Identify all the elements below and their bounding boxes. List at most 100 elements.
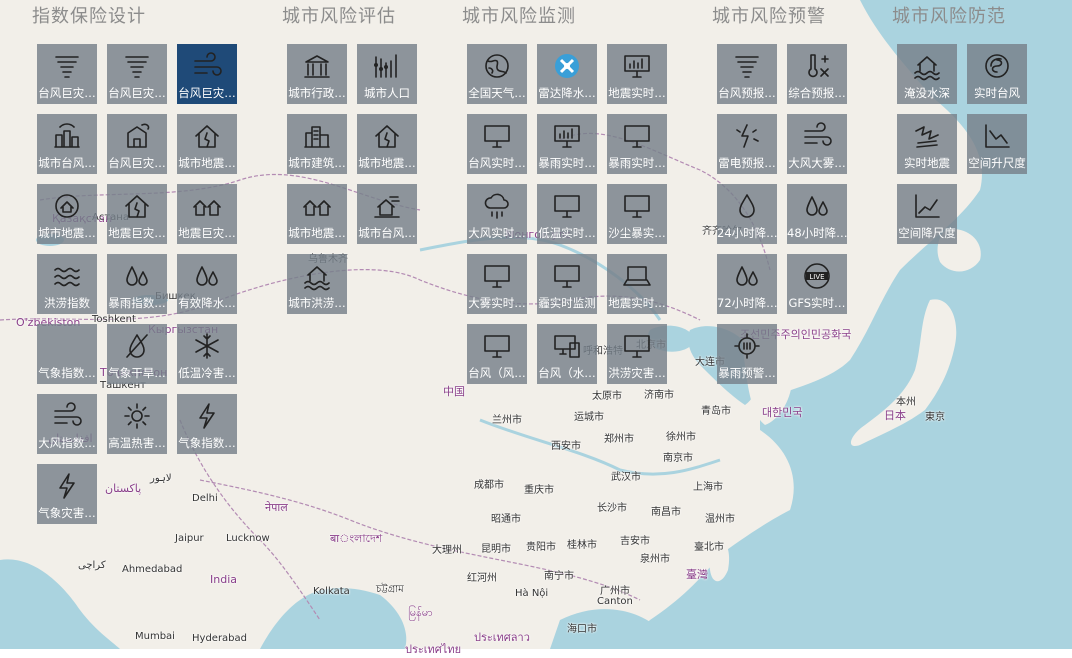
menu-tile-evaluate[interactable]: 城市行政… [287, 44, 347, 104]
map-city-label: 济南市 [644, 390, 674, 401]
menu-tile-evaluate[interactable]: 城市地震… [357, 114, 417, 174]
droplets-icon [196, 266, 218, 286]
menu-tile-index[interactable]: 城市地震… [37, 184, 97, 244]
map-city-label: 成都市 [474, 480, 504, 491]
menu-tile-index[interactable]: 地震巨灾… [177, 184, 237, 244]
menu-tile-monitor[interactable]: 霾实时监测 [537, 254, 597, 314]
menu-tile-monitor[interactable]: 雷达降水… [537, 44, 597, 104]
menu-tile-prevent[interactable]: 实时台风 [967, 44, 1027, 104]
menu-tile-monitor[interactable]: 台风实时… [467, 114, 527, 174]
tornado-icon [125, 56, 149, 78]
menu-tile-monitor[interactable]: 全国天气… [467, 44, 527, 104]
menu-tile-index[interactable]: 有效降水… [177, 254, 237, 314]
menu-tile-evaluate[interactable]: 城市地震… [287, 184, 347, 244]
menu-tile-prevent[interactable]: 空间降尺度 [897, 184, 957, 244]
menu-tile-index[interactable]: 气象灾害… [37, 464, 97, 524]
map-country-label: 日本 [884, 409, 906, 422]
menu-tile-index[interactable]: 大风指数… [37, 394, 97, 454]
menu-tile-label: 台风实时… [468, 156, 526, 170]
menu-tile-evaluate[interactable]: 城市台风… [357, 184, 417, 244]
menu-tile-index[interactable]: 低温冷害… [177, 324, 237, 384]
menu-tile-index[interactable]: 地震巨灾… [107, 184, 167, 244]
menu-tile-monitor[interactable]: 沙尘暴实… [607, 184, 667, 244]
menu-tile-index[interactable]: 台风巨灾… [107, 44, 167, 104]
map-city-label: 太原市 [592, 391, 622, 402]
menu-tile-index[interactable]: 台风巨灾… [37, 44, 97, 104]
menu-tile-index[interactable]: 洪涝指数 [37, 254, 97, 314]
menu-tile-label: 暴雨指数… [108, 296, 166, 310]
menu-tile-index[interactable]: 气象指数… [177, 394, 237, 454]
menu-tile-index[interactable]: 城市台风… [37, 114, 97, 174]
map-city-label: Mumbai [135, 631, 175, 642]
house-wind-icon [374, 196, 400, 218]
menu-tile-label: 城市建筑… [288, 156, 346, 170]
menu-tile-monitor[interactable]: 暴雨实时… [607, 114, 667, 174]
map-city-label: 海口市 [567, 624, 597, 635]
menu-tile-warning[interactable]: 雷电预报… [717, 114, 777, 174]
monitor-icon [554, 195, 580, 218]
wind-icon [54, 402, 82, 426]
menu-tile-monitor[interactable]: 地震实时… [607, 44, 667, 104]
monitor-icon [624, 125, 650, 148]
menu-tile-label: 台风预报… [718, 86, 776, 100]
menu-tile-monitor[interactable]: 大雾实时… [467, 254, 527, 314]
map-city-label: 吉安市 [620, 536, 650, 547]
map-city-label: 重庆市 [524, 485, 554, 496]
house-crack-icon [195, 125, 219, 148]
menu-tile-warning[interactable]: 暴雨预警… [717, 324, 777, 384]
menu-tile-label: 气象灾害… [38, 506, 96, 520]
menu-tile-evaluate[interactable]: 城市人口 [357, 44, 417, 104]
menu-tile-label: 综合预报… [788, 86, 846, 100]
menu-tile-warning[interactable]: LIVE GFS实时… [787, 254, 847, 314]
menu-tile-index[interactable]: 台风巨灾… [107, 114, 167, 174]
menu-tile-label: 城市地震… [178, 156, 236, 170]
monitor-icon [484, 265, 510, 288]
menu-tile-monitor[interactable]: 台风（风… [467, 324, 527, 384]
thermometer-icon [808, 54, 829, 78]
menu-tile-warning[interactable]: 大风大雾… [787, 114, 847, 174]
typhoon-icon [985, 54, 1009, 78]
menu-tile-label: 台风巨灾… [38, 86, 96, 100]
group-title-monitor: 城市风险监测 [462, 6, 576, 27]
live-globe-icon: LIVE [804, 263, 830, 289]
houses-icon [303, 200, 331, 216]
menu-tile-label: 气象指数… [38, 366, 96, 380]
menu-tile-index[interactable]: 台风巨灾… [177, 44, 237, 104]
menu-tile-monitor[interactable]: 暴雨实时… [537, 114, 597, 174]
menu-tile-warning[interactable]: 72小时降… [717, 254, 777, 314]
menu-tile-label: 洪涝指数 [44, 296, 90, 310]
menu-tile-label: 低温冷害… [178, 366, 236, 380]
menu-tile-prevent[interactable]: 淹没水深 [897, 44, 957, 104]
menu-tile-index[interactable]: 气象干旱… [107, 324, 167, 384]
menu-tile-index[interactable]: 暴雨指数… [107, 254, 167, 314]
menu-tile-label: 城市台风… [358, 226, 416, 240]
monitor-icon [484, 125, 510, 148]
menu-tile-label: 城市地震… [38, 226, 96, 240]
map-country-label: India [210, 573, 237, 586]
map-city-label: Delhi [192, 493, 218, 504]
menu-tile-index[interactable]: 高温热害… [107, 394, 167, 454]
menu-tile-monitor[interactable]: 大风实时… [467, 184, 527, 244]
map-city-label: 青岛市 [701, 406, 731, 417]
menu-tile-prevent[interactable]: 实时地震 [897, 114, 957, 174]
menu-tile-warning[interactable]: 台风预报… [717, 44, 777, 104]
menu-tile-index[interactable]: 城市地震… [177, 114, 237, 174]
menu-tile-evaluate[interactable]: 城市建筑… [287, 114, 347, 174]
map-country-label: پاکستان [105, 482, 142, 495]
map-city-label: Hyderabad [192, 633, 247, 644]
menu-tile-monitor[interactable]: 洪涝灾害… [607, 324, 667, 384]
menu-tile-monitor[interactable]: 地震实时… [607, 254, 667, 314]
house-crack-icon [125, 195, 149, 218]
menu-tile-monitor[interactable]: 低温实时… [537, 184, 597, 244]
wind-icon [194, 52, 222, 76]
flood-house-icon [914, 56, 940, 81]
menu-tile-warning[interactable]: 48小时降… [787, 184, 847, 244]
menu-tile-warning[interactable]: 综合预报… [787, 44, 847, 104]
tornado-icon [55, 56, 79, 78]
menu-tile-prevent[interactable]: 空间升尺度 [967, 114, 1027, 174]
menu-tile-monitor[interactable]: 台风（水… [537, 324, 597, 384]
menu-tile-warning[interactable]: 24小时降… [717, 184, 777, 244]
menu-tile-index[interactable]: 气象指数… [37, 324, 97, 384]
menu-tile-evaluate[interactable]: 城市洪涝… [287, 254, 347, 314]
menu-tile-label: 低温实时… [538, 226, 596, 240]
